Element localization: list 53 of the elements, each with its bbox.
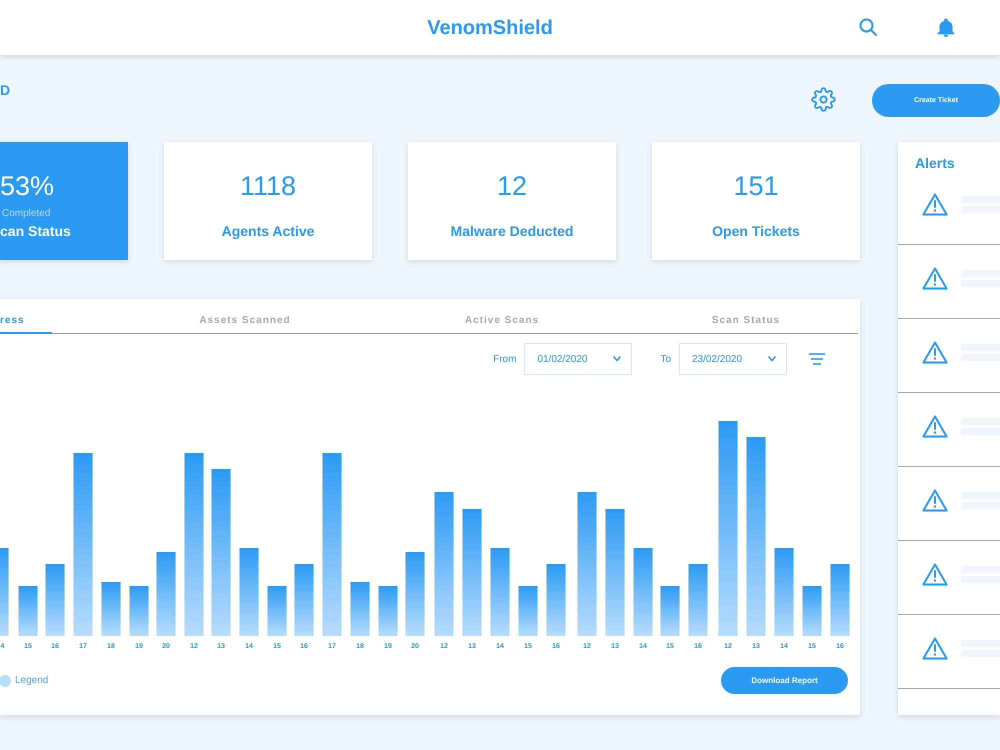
filter-icon[interactable] [809, 353, 825, 365]
chevron-down-icon [768, 356, 776, 362]
chart-bar [830, 564, 850, 636]
chart-bar [518, 586, 538, 636]
page-title: D [0, 82, 10, 98]
stat-caption: Completed [1, 208, 52, 220]
stat-value: 151 [732, 170, 780, 202]
stat-label: Malware Deducted [450, 222, 574, 240]
warning-icon [922, 341, 948, 364]
chart-tab[interactable]: Assets Scanned [120, 313, 370, 334]
chart-bar [660, 586, 680, 636]
chart-bar [102, 582, 120, 636]
bell-icon[interactable] [937, 18, 955, 37]
chart-tab[interactable]: Scan Status [634, 313, 858, 334]
to-label: To [660, 352, 671, 366]
warning-icon [922, 193, 948, 216]
chart-bar [350, 582, 370, 636]
app-title: VenomShield [427, 16, 553, 40]
chart-bar [688, 564, 708, 636]
warning-icon [922, 637, 948, 660]
alerts-title: Alerts [914, 154, 956, 171]
chart-bar [18, 586, 38, 636]
date-dropdown[interactable]: 01/02/2020 [524, 343, 632, 375]
chart-bar [46, 564, 64, 636]
chart-bar [294, 564, 314, 636]
chart-bar [378, 586, 398, 636]
search-icon[interactable] [859, 18, 877, 36]
stat-label: Agents Active [220, 222, 316, 240]
chevron-down-icon [613, 356, 622, 362]
warning-icon [922, 267, 948, 290]
stat-card[interactable]: 151 Open Tickets [652, 142, 860, 260]
stat-label: Open Tickets [711, 222, 801, 240]
stat-label: can Status [0, 222, 72, 240]
stat-card[interactable]: 53% Completed can Status [0, 142, 128, 260]
chart-tab[interactable]: ress [0, 313, 52, 334]
chart-bar [546, 564, 566, 636]
from-label: From [493, 352, 516, 366]
chart-bar [268, 586, 286, 636]
stat-card[interactable]: 1118 Agents Active [164, 142, 372, 260]
chart-bar [130, 586, 148, 636]
warning-icon [922, 489, 948, 512]
date-dropdown[interactable]: 23/02/2020 [679, 343, 787, 375]
settings-icon[interactable] [811, 87, 836, 112]
warning-icon [922, 415, 948, 438]
stat-value: 12 [496, 170, 528, 202]
legend-label: Legend [15, 674, 48, 688]
download-report-button[interactable]: Download Report [721, 667, 848, 694]
stat-value: 1118 [238, 170, 298, 202]
warning-icon [922, 563, 948, 586]
stat-card[interactable]: 12 Malware Deducted [408, 142, 616, 260]
chart-tab[interactable]: Active Scans [370, 313, 634, 334]
chart-bar [802, 586, 822, 636]
stat-value: 53% [0, 170, 56, 202]
